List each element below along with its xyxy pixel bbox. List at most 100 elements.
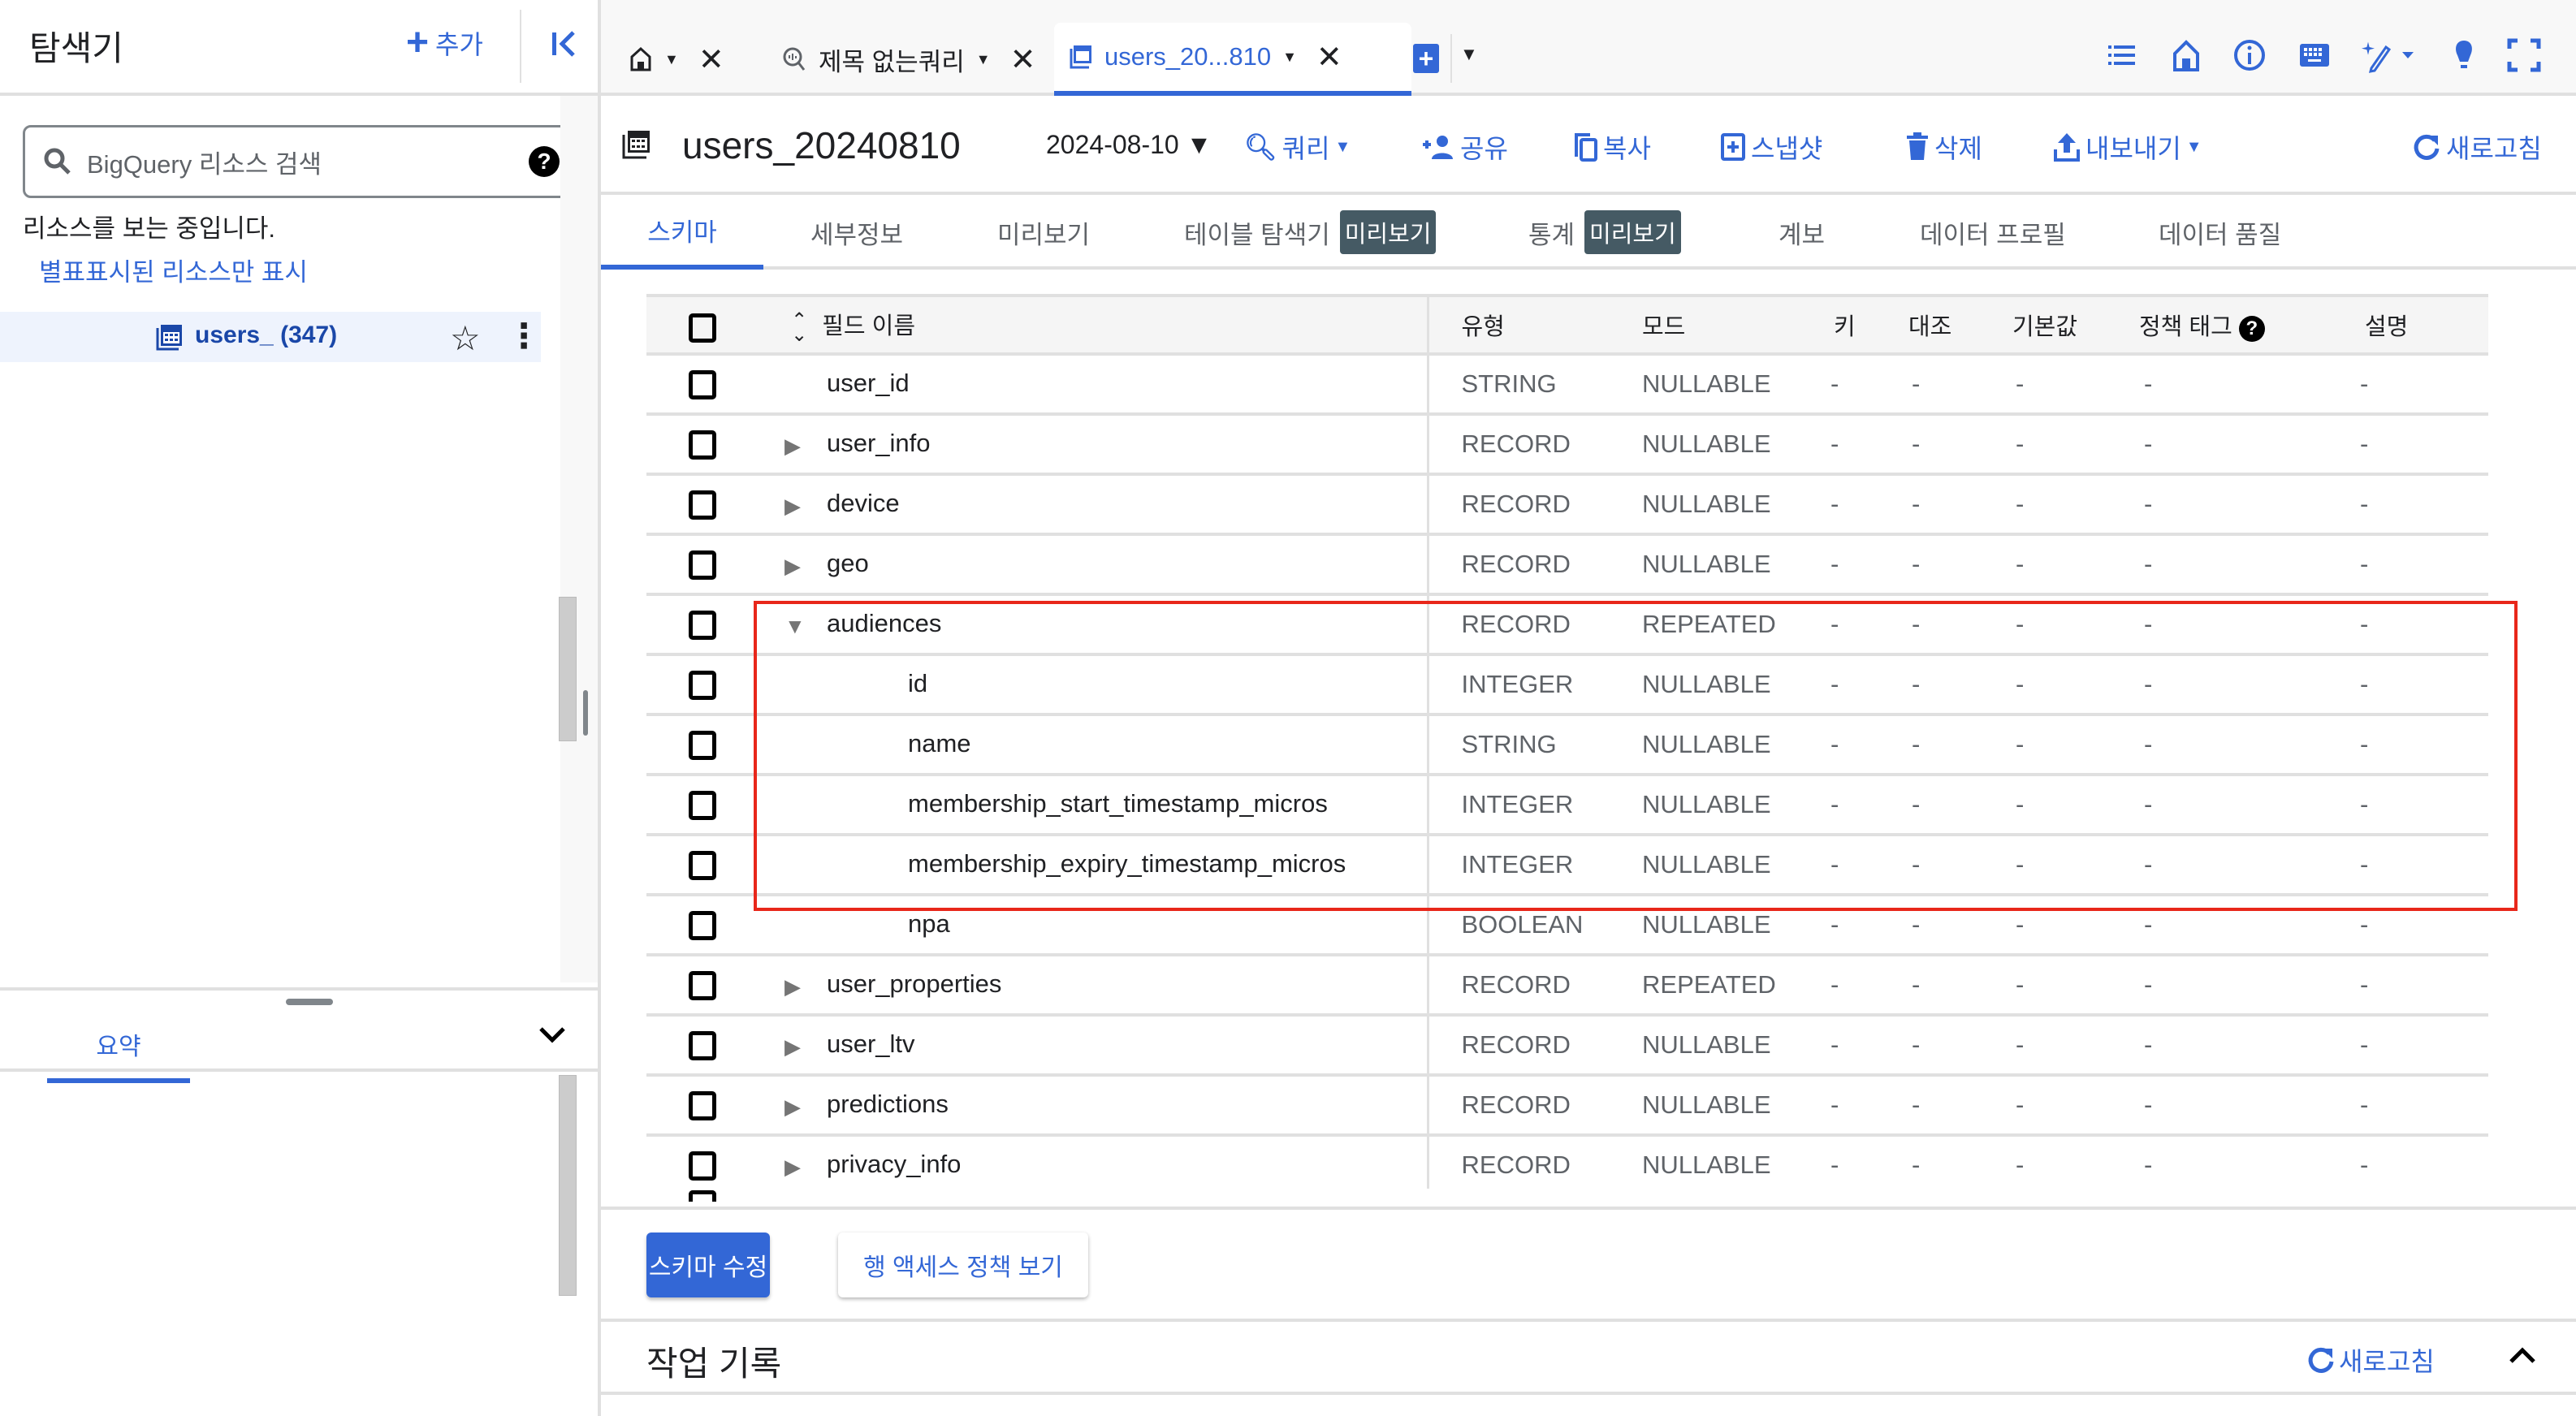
tab-statistics[interactable]: 통계 미리보기 (1528, 195, 1681, 270)
row-checkbox[interactable] (689, 790, 716, 820)
row-checkbox[interactable] (689, 490, 716, 520)
delete-button[interactable]: 삭제 (1905, 128, 1982, 166)
snapshot-button[interactable]: 스냅샷 (1720, 128, 1822, 166)
refresh-button[interactable]: 새로고침 (2412, 128, 2542, 166)
fullscreen-icon[interactable] (2506, 37, 2542, 73)
show-starred-only-link[interactable]: 별표표시된 리소스만 표시 (39, 252, 308, 288)
row-checkbox[interactable] (689, 430, 716, 460)
tree-item-users-table[interactable]: users_ (347) ☆ ⋮ (0, 312, 541, 362)
tab-details[interactable]: 세부정보 (810, 195, 903, 270)
star-icon[interactable]: ☆ (450, 318, 481, 358)
field-name-cell: id (646, 654, 1429, 716)
expand-icon[interactable]: ▶ (784, 1034, 806, 1060)
tab-table-explorer[interactable]: 테이블 탐색기 미리보기 (1184, 195, 1437, 270)
expand-icon[interactable]: ▶ (784, 1155, 806, 1180)
list-icon[interactable] (2103, 37, 2139, 73)
field-default: - (1993, 594, 2120, 656)
share-button[interactable]: 공유 (1421, 128, 1508, 166)
scrollbar-thumb[interactable] (559, 597, 577, 741)
dropdown-icon[interactable]: ▼ (1282, 49, 1297, 66)
export-button[interactable]: 내보내기 ▼ (2053, 128, 2202, 166)
edit-schema-button[interactable]: 스키마 수정 (646, 1233, 770, 1297)
more-options-icon[interactable]: ⋮ (507, 317, 541, 356)
field-key: - (1801, 1015, 1887, 1077)
field-policy-tags: - (2120, 594, 2323, 656)
new-tab-button[interactable]: + (1413, 44, 1439, 73)
help-icon[interactable]: ? (2238, 316, 2265, 342)
field-policy-tags: - (2120, 1135, 2323, 1197)
help-icon[interactable]: ? (529, 146, 560, 177)
row-checkbox[interactable] (689, 970, 716, 1000)
collapse-panel-button[interactable] (546, 24, 585, 63)
tab-untitled-query[interactable]: 제목 없는쿼리 ▼ ✕ (781, 23, 1035, 96)
expand-icon[interactable]: ▶ (784, 554, 806, 579)
row-checkbox[interactable] (689, 1150, 716, 1181)
lightbulb-icon[interactable] (2446, 37, 2482, 73)
row-checkbox[interactable] (689, 910, 716, 940)
tab-home[interactable]: ▼ ✕ (629, 23, 724, 96)
resource-search-input[interactable]: BigQuery 리소스 검색 ? (23, 125, 578, 198)
job-refresh-button[interactable]: 새로고침 (2306, 1341, 2435, 1379)
header-label: 필드 이름 (822, 313, 916, 340)
field-name: user_info (827, 429, 931, 458)
table-row: ▶ predictions RECORD NULLABLE - - - - - (646, 1075, 2488, 1137)
add-label: 추가 (435, 30, 483, 59)
partition-date-dropdown[interactable]: 2024-08-10 ▼ (1046, 130, 1212, 160)
tab-data-quality[interactable]: 데이터 품질 (2159, 195, 2281, 270)
info-icon[interactable] (2232, 37, 2267, 73)
row-checkbox[interactable] (689, 610, 716, 640)
row-checkbox[interactable] (689, 730, 716, 760)
scrollbar-thumb[interactable] (559, 1075, 577, 1296)
copy-button[interactable]: 복사 (1574, 128, 1651, 166)
chevron-down-icon[interactable] (536, 1020, 568, 1055)
close-tab-icon[interactable]: ✕ (698, 41, 724, 78)
row-checkbox[interactable] (689, 550, 716, 580)
collapse-icon[interactable]: ▼ (784, 614, 806, 639)
field-default: - (1993, 1135, 2120, 1197)
field-type: STRING (1428, 354, 1610, 416)
ai-assist-dropdown[interactable] (2360, 37, 2425, 73)
expand-icon[interactable]: ▶ (784, 434, 806, 459)
tab-users-table[interactable]: users_20...810 ▼ ✕ (1054, 23, 1411, 96)
dropdown-icon[interactable]: ▼ (976, 51, 991, 68)
field-type: RECORD (1428, 955, 1610, 1017)
field-default: - (1993, 835, 2120, 896)
expand-icon[interactable]: ▶ (784, 1094, 806, 1120)
close-tab-icon[interactable]: ✕ (1010, 41, 1036, 78)
close-tab-icon[interactable]: ✕ (1316, 39, 1342, 76)
row-checkbox[interactable] (689, 1090, 716, 1120)
row-checkbox[interactable] (689, 369, 716, 399)
expand-icon[interactable]: ▶ (784, 974, 806, 999)
field-key: - (1801, 534, 1887, 596)
schema-table-container: ⌃ ⌄ 필드 이름 유형 모드 키 대조 기본값 정책 태그 ? 설명 user_… (646, 294, 2488, 1207)
row-checkbox[interactable] (689, 850, 716, 880)
query-button[interactable]: 🔍︎ 쿼리 ▼ (1244, 128, 1351, 166)
tab-lineage[interactable]: 계보 (1779, 195, 1825, 270)
keyboard-icon[interactable] (2297, 37, 2332, 73)
row-checkbox[interactable] (689, 1189, 716, 1202)
plus-icon: + (406, 21, 430, 64)
chevron-up-icon[interactable] (2506, 1340, 2539, 1375)
view-row-access-policies-button[interactable]: 행 액세스 정책 보기 (838, 1233, 1088, 1297)
tab-schema[interactable]: 스키마 (601, 195, 763, 270)
row-checkbox[interactable] (689, 670, 716, 700)
expand-icon[interactable]: ▶ (784, 494, 806, 519)
home-icon[interactable] (2168, 37, 2204, 73)
job-history-title: 작업 기록 (646, 1345, 782, 1383)
field-policy-tags: - (2120, 534, 2323, 596)
row-checkbox[interactable] (689, 1030, 716, 1060)
select-all-checkbox[interactable] (689, 313, 716, 343)
tab-summary[interactable]: 요약 (47, 1008, 190, 1083)
field-default: - (1993, 354, 2120, 416)
header-field-name[interactable]: ⌃ ⌄ 필드 이름 (646, 294, 1429, 356)
sort-icon[interactable]: ⌃ ⌄ (791, 310, 807, 344)
dropdown-icon[interactable]: ▼ (664, 51, 679, 68)
add-button[interactable]: + 추가 (406, 21, 483, 64)
more-tabs-dropdown-icon[interactable]: ▼ (1460, 44, 1478, 65)
field-name: user_properties (827, 969, 1002, 999)
panel-resize-handle[interactable] (583, 690, 588, 736)
tab-preview[interactable]: 미리보기 (997, 195, 1090, 270)
tab-data-profile[interactable]: 데이터 프로필 (1920, 195, 2066, 270)
header-label: 정책 태그 (2139, 314, 2232, 340)
drag-handle[interactable] (286, 999, 333, 1005)
